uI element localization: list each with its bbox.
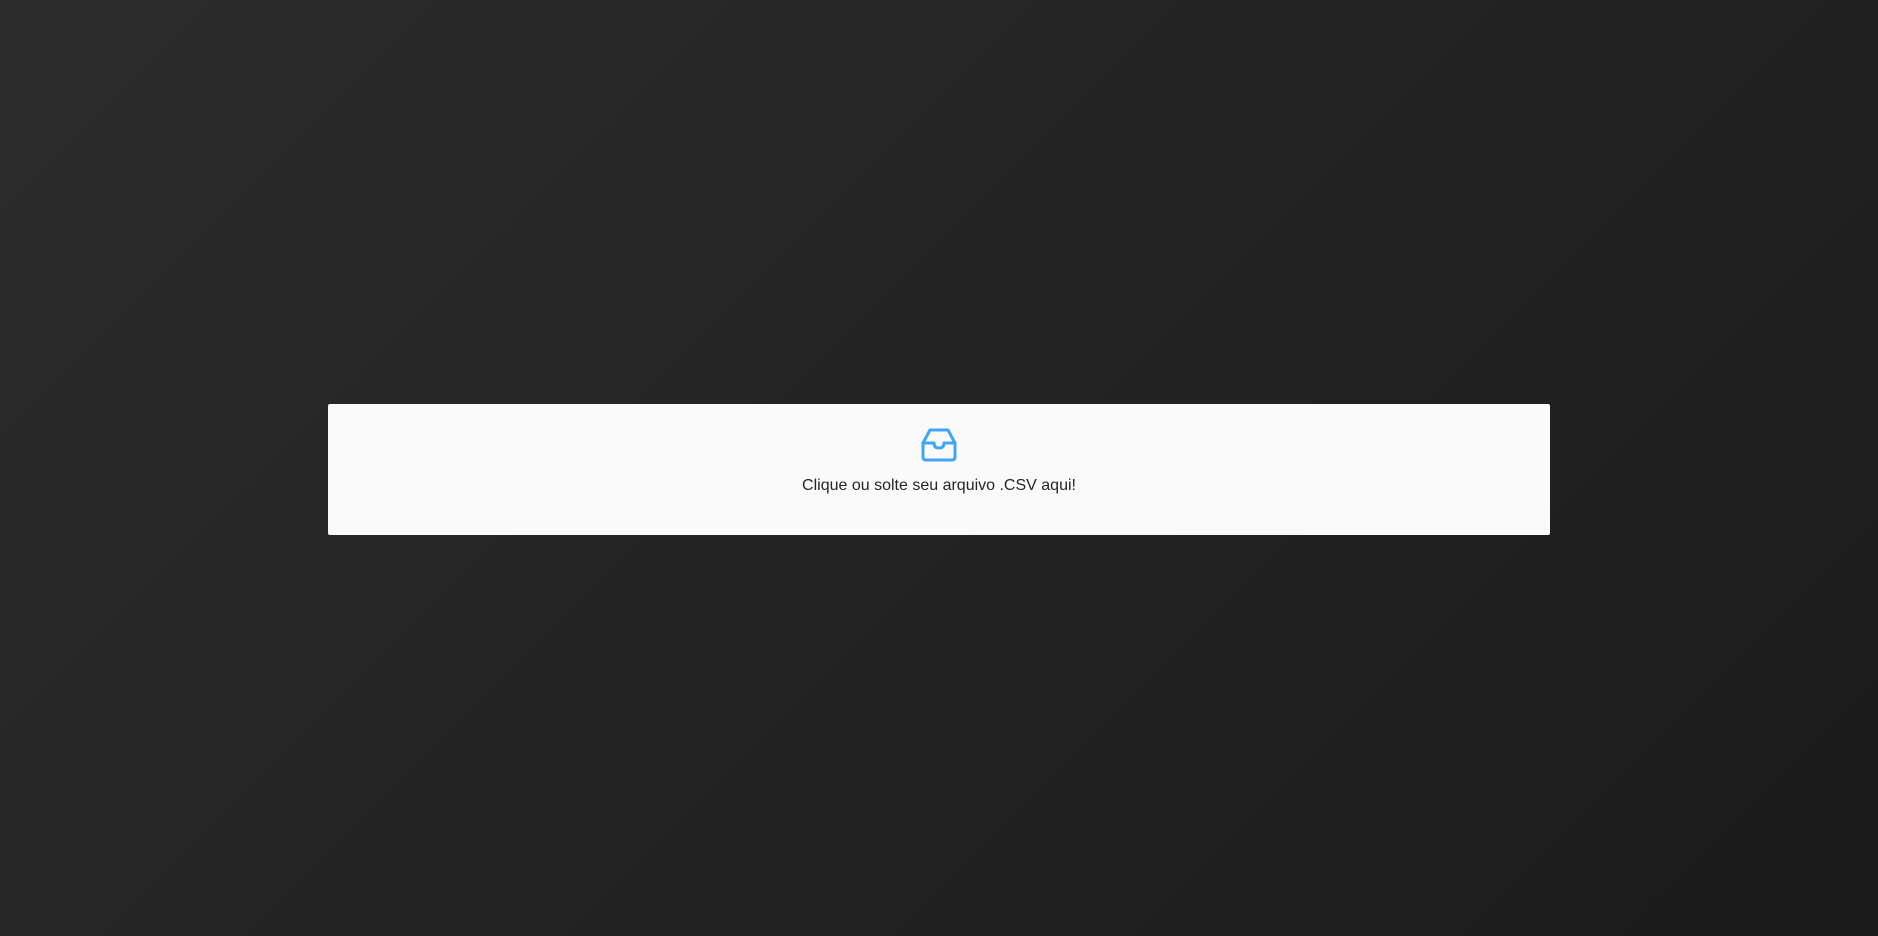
dropzone-label: Clique ou solte seu arquivo .CSV aqui! <box>802 477 1076 494</box>
csv-dropzone[interactable]: Clique ou solte seu arquivo .CSV aqui! <box>328 404 1550 535</box>
inbox-icon <box>920 425 958 463</box>
